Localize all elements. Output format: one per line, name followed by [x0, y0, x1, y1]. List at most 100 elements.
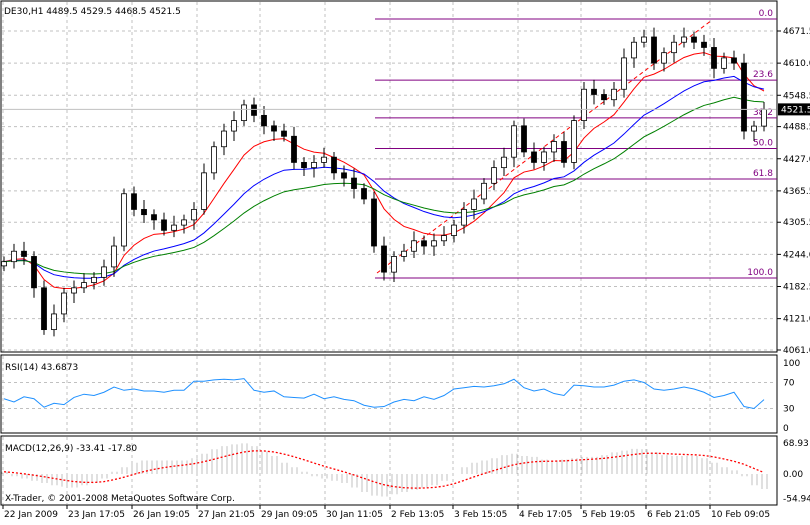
bearish-candle: [21, 250, 27, 257]
grid: [2, 2, 776, 504]
bullish-candle: [451, 224, 457, 236]
time-tick-label: 3 Feb 15:05: [454, 510, 507, 520]
bullish-candle: [311, 162, 317, 169]
time-tick-label: 23 Jan 17:05: [68, 510, 125, 520]
bearish-candle: [711, 47, 717, 69]
bullish-candle: [201, 172, 207, 210]
bullish-candle: [541, 151, 547, 163]
bullish-candle: [11, 250, 17, 263]
price-tick-label: 4182.5: [783, 283, 810, 293]
bullish-candle: [551, 141, 557, 153]
price-tick-label: 4061.0: [783, 346, 810, 356]
bullish-candle: [661, 52, 667, 64]
bearish-candle: [561, 141, 567, 163]
bearish-candle: [731, 57, 737, 64]
bearish-candle: [301, 162, 307, 169]
bullish-candle: [51, 313, 57, 331]
bullish-candle: [321, 156, 327, 163]
fib-level-label: 100.0: [747, 268, 773, 278]
time-tick-label: 10 Feb 09:05: [711, 510, 770, 520]
bearish-candle: [361, 188, 367, 200]
fib-level-label: 50.0: [753, 138, 773, 148]
bearish-candle: [251, 104, 257, 116]
bearish-candle: [281, 130, 287, 137]
bullish-candle: [181, 219, 187, 226]
bearish-candle: [371, 198, 377, 247]
rsi-label: RSI(14) 43.6873: [5, 363, 78, 373]
bullish-candle: [1, 261, 7, 267]
bearish-candle: [161, 219, 167, 231]
fib-level-label: 23.6: [753, 70, 773, 80]
macd-tick-label: 68.93: [783, 439, 809, 449]
bullish-candle: [441, 235, 447, 242]
bullish-candle: [81, 282, 87, 289]
time-tick-label: 27 Jan 21:05: [198, 510, 255, 520]
trading-chart[interactable]: 0.023.638.250.061.8100.0 4671.54610.0454…: [0, 0, 810, 521]
bearish-candle: [651, 36, 657, 64]
bullish-candle: [211, 146, 217, 174]
price-tick-label: 4610.0: [783, 59, 810, 69]
bullish-candle: [411, 240, 417, 252]
bullish-candle: [761, 108, 767, 127]
current-price-label: 4521.5: [781, 105, 810, 115]
bearish-candle: [591, 88, 597, 95]
bullish-candle: [581, 88, 587, 122]
bearish-candle: [421, 240, 427, 247]
bullish-candle: [751, 125, 757, 132]
rsi-panel[interactable]: [0, 354, 778, 434]
bearish-candle: [331, 156, 337, 174]
bullish-candle: [631, 41, 637, 59]
bullish-candle: [501, 156, 507, 169]
bullish-candle: [481, 182, 487, 200]
bearish-candle: [131, 193, 137, 210]
bullish-candle: [91, 276, 97, 283]
candles: [1, 27, 776, 337]
bearish-candle: [691, 36, 697, 43]
time-tick-label: 2 Feb 13:05: [391, 510, 444, 520]
bullish-candle: [511, 125, 517, 158]
rsi-tick-label: 70: [783, 379, 795, 389]
bullish-candle: [431, 240, 437, 247]
time-tick-label: 4 Feb 17:05: [519, 510, 572, 520]
price-tick-label: 4488.5: [783, 123, 810, 133]
rsi-indicator: [3, 378, 765, 410]
bearish-candle: [31, 256, 37, 289]
macd-signal-line: [3, 450, 765, 489]
bearish-candle: [521, 125, 527, 153]
rsi-line: [3, 378, 765, 410]
bullish-candle: [391, 256, 397, 273]
bullish-candle: [621, 57, 627, 90]
bearish-candle: [261, 114, 267, 127]
fib-level-label: 0.0: [759, 9, 774, 19]
bearish-candle: [41, 287, 47, 331]
bullish-candle: [461, 209, 467, 226]
macd-label: MACD(12,26,9) -33.41 -17.80: [5, 444, 137, 454]
bearish-candle: [381, 245, 387, 273]
bearish-candle: [741, 62, 747, 132]
bullish-candle: [71, 287, 77, 294]
bullish-candle: [721, 57, 727, 69]
macd-tick-label: -54.94: [783, 495, 810, 505]
bullish-candle: [111, 245, 117, 268]
bullish-candle: [471, 198, 477, 210]
time-tick-label: 22 Jan 2009: [4, 510, 58, 520]
price-tick-label: 4427.0: [783, 155, 810, 165]
main-panel[interactable]: [0, 0, 778, 353]
price-tick-label: 4244.0: [783, 250, 810, 260]
time-tick-label: 26 Jan 19:05: [133, 510, 190, 520]
rsi-tick-label: 30: [783, 405, 795, 415]
bullish-candle: [571, 120, 577, 163]
price-tick-label: 4671.5: [783, 27, 810, 37]
price-tick-label: 4548.5: [783, 91, 810, 101]
rsi-tick-label: 0: [783, 424, 789, 434]
bearish-candle: [531, 151, 537, 163]
time-tick-label: 6 Feb 21:05: [647, 510, 700, 520]
price-tick-label: 4121.0: [783, 315, 810, 325]
bearish-candle: [601, 94, 607, 101]
bearish-candle: [141, 209, 147, 216]
bearish-candle: [271, 125, 277, 132]
copyright-text: X-Trader, © 2001-2008 MetaQuotes Softwar…: [5, 494, 235, 504]
bullish-candle: [121, 193, 127, 247]
bearish-candle: [151, 214, 157, 221]
bullish-candle: [171, 224, 177, 231]
